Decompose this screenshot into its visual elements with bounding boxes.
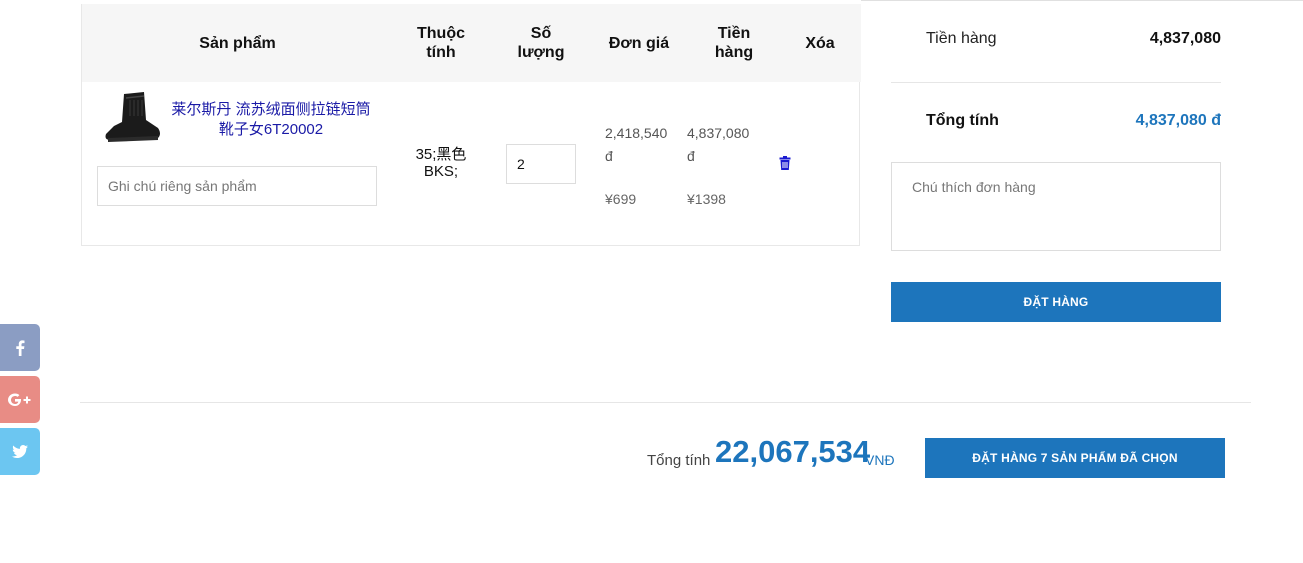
- unit-price-vnd: 2,418,540: [605, 125, 668, 141]
- goods-total-value: 4,837,080: [1149, 30, 1221, 47]
- facebook-icon: [16, 339, 25, 356]
- product-attributes: 35;黑色 BKS;: [415, 146, 467, 180]
- summary-total-value: 4,837,080 đ: [1135, 112, 1221, 129]
- trash-icon[interactable]: [779, 156, 791, 170]
- unit-price-cny: ¥699: [605, 191, 637, 207]
- unit-price-currency: đ: [605, 148, 613, 164]
- cart-table: Sản phẩm Thuộc tính Số lượng Đơn giá Tiề…: [81, 4, 861, 246]
- grand-total-label: Tổng tính: [647, 452, 711, 469]
- order-note-textarea[interactable]: [891, 162, 1221, 251]
- product-name-link[interactable]: 莱尔斯丹 流苏绒面侧拉链短筒靴子女6T20002: [170, 100, 372, 140]
- amount-cny: ¥1398: [687, 191, 726, 207]
- top-border: [861, 0, 1303, 1]
- cart-table-header: Sản phẩm Thuộc tính Số lượng Đơn giá Tiề…: [82, 4, 861, 82]
- header-attribute: Thuộc tính: [417, 25, 465, 61]
- header-quantity: Số lượng: [517, 25, 565, 61]
- grand-total-value: 22,067,534: [715, 434, 871, 469]
- twitter-icon: [12, 445, 28, 458]
- google-plus-icon: [8, 393, 31, 406]
- amount-vnd: 4,837,080: [687, 125, 750, 141]
- goods-total-label: Tiền hàng: [926, 30, 997, 47]
- header-amount: Tiền hàng: [714, 25, 754, 61]
- product-image[interactable]: [100, 90, 164, 146]
- amount-cell: 4,837,080 đ ¥1398: [687, 122, 749, 211]
- bottom-divider: [80, 402, 1251, 403]
- header-delete: Xóa: [805, 34, 835, 52]
- unit-price-cell: 2,418,540 đ ¥699: [605, 122, 667, 211]
- grand-total-unit: VNĐ: [865, 452, 895, 468]
- goods-total-row: Tiền hàng 4,837,080: [891, 30, 1221, 54]
- google-plus-share-button[interactable]: [0, 376, 40, 423]
- header-unit-price: Đơn giá: [608, 34, 670, 52]
- quantity-input[interactable]: [506, 144, 576, 184]
- amount-currency: đ: [687, 148, 695, 164]
- header-product: Sản phẩm: [199, 34, 276, 52]
- summary-total-label: Tổng tính: [926, 112, 999, 129]
- twitter-share-button[interactable]: [0, 428, 40, 475]
- facebook-share-button[interactable]: [0, 324, 40, 371]
- place-order-button[interactable]: ĐẶT HÀNG: [891, 282, 1221, 322]
- order-selected-products-button[interactable]: ĐẶT HÀNG 7 SẢN PHẨM ĐÃ CHỌN: [925, 438, 1225, 478]
- summary-divider: [891, 82, 1221, 83]
- summary-total-row: Tổng tính 4,837,080 đ: [891, 112, 1221, 136]
- product-note-input[interactable]: [97, 166, 377, 206]
